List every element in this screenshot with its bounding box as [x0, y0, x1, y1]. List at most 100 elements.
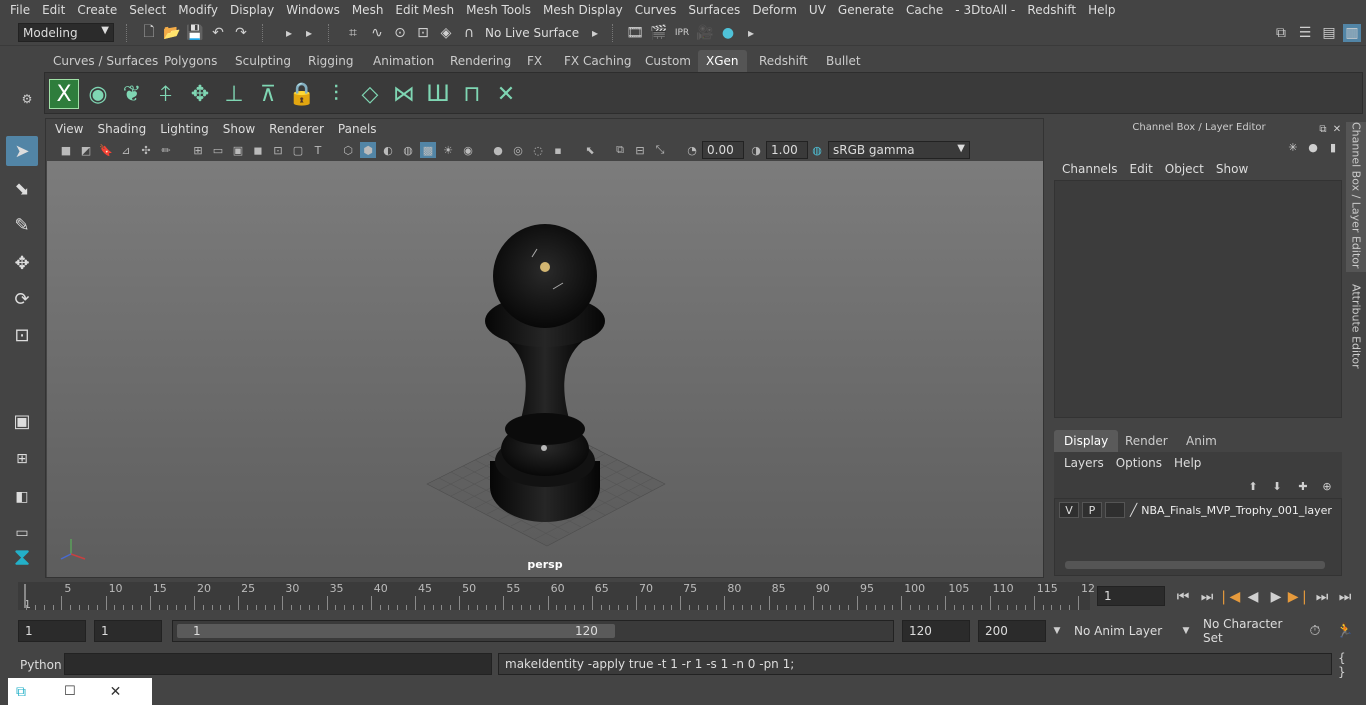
live-surface-field[interactable]: No Live Surface — [481, 23, 581, 42]
command-language-label[interactable]: Python — [20, 658, 62, 672]
viewport-menu-renderer[interactable]: Renderer — [262, 122, 331, 136]
shadows-icon[interactable]: ☀ — [440, 142, 456, 158]
redo-icon[interactable]: ↷ — [232, 24, 250, 42]
menu-mesh-tools[interactable]: Mesh Tools — [460, 3, 537, 17]
menu-curves[interactable]: Curves — [629, 3, 683, 17]
step-back-icon[interactable]: ⏭ — [1198, 588, 1216, 606]
xgen-convert-icon[interactable]: ⋈ — [389, 79, 419, 109]
layer-menu-help[interactable]: Help — [1168, 456, 1207, 470]
tab-display[interactable]: Display — [1054, 430, 1119, 452]
depth-of-field-icon[interactable]: ◌ — [530, 142, 546, 158]
channel-menu-channels[interactable]: Channels — [1056, 162, 1124, 176]
xgen-sculpt-guides-icon[interactable]: ⫶ — [321, 79, 351, 109]
xgen-lock-guide-icon[interactable]: 🔒 — [287, 79, 317, 109]
ipr-icon[interactable]: IPR — [673, 24, 691, 42]
xgen-groom-icon[interactable]: Ш — [423, 79, 453, 109]
channel-box-toggle-icon[interactable]: ▥ — [1343, 24, 1361, 42]
move-layer-up-icon[interactable]: ⬆ — [1244, 477, 1262, 495]
xray-icon[interactable]: ⬉ — [582, 142, 598, 158]
gamma-icon[interactable]: ◑ — [748, 142, 764, 158]
move-layer-down-icon[interactable]: ⬇ — [1268, 477, 1286, 495]
motion-blur-icon[interactable]: ● — [490, 142, 506, 158]
save-scene-icon[interactable]: 💾 — [186, 24, 204, 42]
tab-render[interactable]: Render — [1115, 430, 1178, 452]
layer-color-icon[interactable]: ╱ — [1130, 503, 1137, 517]
outliner-layout-icon[interactable]: ◧ — [6, 482, 38, 512]
textured-icon[interactable]: ◍ — [400, 142, 416, 158]
grid-toggle-icon[interactable]: ⊞ — [190, 142, 206, 158]
rotate-tool-icon[interactable]: ⟳ — [6, 284, 38, 314]
menu-create[interactable]: Create — [71, 3, 123, 17]
four-view-icon[interactable]: ⊞ — [6, 444, 38, 474]
menu-generate[interactable]: Generate — [832, 3, 900, 17]
collapse-icon[interactable]: ▸ — [280, 24, 298, 42]
viewport-menu-show[interactable]: Show — [216, 122, 262, 136]
hypershade-icon[interactable]: ● — [719, 24, 737, 42]
anim-layer-dropdown[interactable]: No Anim Layer — [1068, 620, 1180, 642]
go-to-start-icon[interactable]: ⏮ — [1174, 588, 1192, 606]
auto-key-icon[interactable]: ⏱ — [1306, 622, 1324, 640]
menu-surfaces[interactable]: Surfaces — [682, 3, 746, 17]
menu-redshift[interactable]: Redshift — [1021, 3, 1082, 17]
open-scene-icon[interactable]: 📂 — [163, 24, 181, 42]
playback-end-field[interactable]: 120 — [902, 620, 970, 642]
xgen-move-guides-icon[interactable]: ✥ — [185, 79, 215, 109]
camera-select-icon[interactable]: ■ — [58, 142, 74, 158]
scene-view[interactable] — [47, 161, 1043, 577]
play-forwards-icon[interactable]: ▶ — [1267, 588, 1285, 606]
menu-3dtoall[interactable]: - 3DtoAll - — [949, 3, 1021, 17]
layer-name[interactable]: NBA_Finals_MVP_Trophy_001_layer — [1141, 504, 1332, 517]
render-view-icon[interactable]: 🎥 — [696, 24, 714, 42]
menu-file[interactable]: File — [4, 3, 36, 17]
2d-pan-zoom-icon[interactable]: ✣ — [138, 142, 154, 158]
new-scene-icon[interactable]: 🗋 — [140, 24, 158, 42]
tab-fx-caching[interactable]: FX Caching — [556, 50, 639, 72]
tab-custom[interactable]: Custom — [637, 50, 699, 72]
layout-icon[interactable]: ▮ — [1324, 138, 1342, 156]
new-layer-icon[interactable]: ✚ — [1294, 477, 1312, 495]
script-editor-icon[interactable]: { } — [1338, 651, 1356, 679]
tab-sculpting[interactable]: Sculpting — [227, 50, 299, 72]
menu-mesh-display[interactable]: Mesh Display — [537, 3, 629, 17]
xgen-grid-icon[interactable]: ◇ — [355, 79, 385, 109]
single-view-icon[interactable]: ▣ — [6, 406, 38, 436]
animation-end-field[interactable]: 200 — [978, 620, 1046, 642]
preferences-icon[interactable]: 🏃 — [1336, 622, 1354, 640]
current-frame-field[interactable]: 1 — [1097, 586, 1165, 606]
visibility-dot-icon[interactable]: ● — [1304, 138, 1322, 156]
xray-components-icon[interactable]: ⊟ — [632, 142, 648, 158]
layer-row[interactable]: V P ╱ NBA_Finals_MVP_Trophy_001_layer — [1059, 501, 1339, 519]
layer-menu-layers[interactable]: Layers — [1058, 456, 1110, 470]
channel-list[interactable] — [1054, 180, 1342, 418]
collapse-icon-4[interactable]: ▸ — [742, 24, 760, 42]
maximize-icon[interactable]: ☐ — [64, 684, 76, 699]
close-icon[interactable]: ✕ — [110, 684, 122, 700]
wireframe-icon[interactable]: ⬡ — [340, 142, 356, 158]
lasso-tool-icon[interactable]: ⬊ — [6, 174, 38, 204]
menu-edit[interactable]: Edit — [36, 3, 71, 17]
channel-menu-show[interactable]: Show — [1210, 162, 1254, 176]
side-tab-channel-box[interactable]: Channel Box / Layer Editor — [1346, 122, 1366, 272]
playback-start-field[interactable]: 1 — [94, 620, 162, 642]
step-back-key-icon[interactable]: ❘◀ — [1218, 588, 1241, 606]
undo-icon[interactable]: ↶ — [209, 24, 227, 42]
xray-joints-icon[interactable]: ⧉ — [612, 142, 628, 158]
tab-polygons[interactable]: Polygons — [156, 50, 225, 72]
frame-all-icon[interactable]: ⤡ — [652, 142, 668, 158]
xgen-interactive-icon[interactable]: ⊓ — [457, 79, 487, 109]
xgen-add-guide-icon[interactable]: ⊥ — [219, 79, 249, 109]
play-backwards-icon[interactable]: ◀ — [1244, 588, 1262, 606]
step-forward-icon[interactable]: ⏭ — [1313, 588, 1331, 606]
tool-settings-toggle-icon[interactable]: ▤ — [1320, 24, 1338, 42]
viewport-menu-shading[interactable]: Shading — [90, 122, 153, 136]
menu-deform[interactable]: Deform — [746, 3, 803, 17]
new-layer-selected-icon[interactable]: ⊕ — [1318, 477, 1336, 495]
use-lights-icon[interactable]: ▩ — [420, 142, 436, 158]
resolution-gate-icon[interactable]: ▣ — [230, 142, 246, 158]
collapse-icon-3[interactable]: ▸ — [586, 24, 604, 42]
collapse-icon-2[interactable]: ▸ — [300, 24, 318, 42]
ambient-occlusion-icon[interactable]: ◉ — [460, 142, 476, 158]
field-chart-icon[interactable]: ⊡ — [270, 142, 286, 158]
transform-axes-icon[interactable]: ✳ — [1284, 138, 1302, 156]
layer-menu-options[interactable]: Options — [1110, 456, 1168, 470]
